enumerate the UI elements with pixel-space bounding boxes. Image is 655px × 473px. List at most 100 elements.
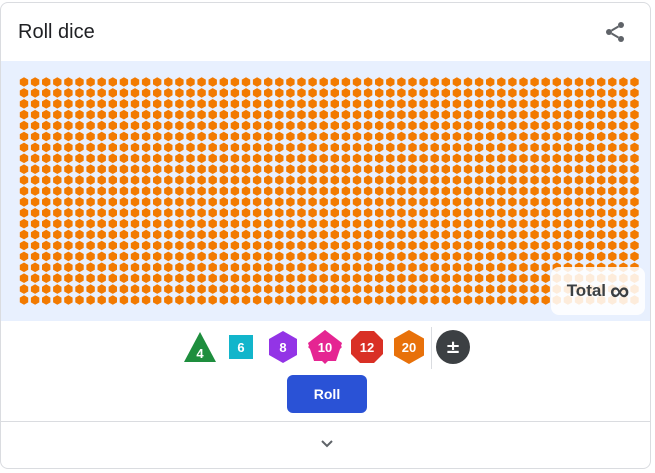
rolled-die [519,197,528,207]
rolled-die [75,273,84,283]
rolled-die [319,295,328,305]
d6-button[interactable]: 6 [223,329,259,365]
rolled-die [441,262,450,273]
rolled-die [463,273,473,283]
roll-button[interactable]: Roll [287,375,367,413]
rolled-die [108,284,117,294]
rolled-die [197,153,206,164]
rolled-die [286,295,295,305]
rolled-die [408,229,417,240]
rolled-die [585,208,595,218]
rolled-die [530,164,539,174]
rolled-die [308,251,317,262]
rolled-die [508,109,517,120]
rolled-die [508,175,517,185]
modifier-button[interactable]: ± [435,329,471,365]
d12-button[interactable]: 12 [349,329,385,365]
rolled-die [53,142,62,153]
d8-button[interactable]: 8 [265,329,301,365]
rolled-die [53,153,62,164]
rolled-die [497,284,506,294]
rolled-die [597,218,606,229]
rolled-die [574,120,584,131]
d4-button[interactable]: 4 [182,329,218,365]
rolled-die [108,77,117,87]
rolled-die [563,240,573,251]
rolled-die [430,284,439,294]
chevron-down-icon[interactable] [317,434,337,454]
rolled-die [375,164,384,174]
rolled-die [153,109,162,120]
rolled-die [363,229,373,240]
rolled-die [42,175,51,185]
rolled-die [186,186,195,196]
share-icon[interactable] [603,20,627,44]
rolled-die [541,120,550,131]
rolled-die [452,251,462,262]
rolled-die [308,295,317,305]
rolled-die [130,186,140,196]
rolled-die [230,262,240,273]
rolled-die [86,88,95,98]
rolled-die [186,208,195,218]
rolled-die [341,164,351,174]
rolled-die [252,251,262,262]
rolled-die [419,186,428,196]
rolled-die [208,131,217,142]
rolled-die [363,175,373,185]
rolled-die [375,251,384,262]
rolled-die [175,240,184,251]
rolled-die [408,284,417,294]
rolled-die [430,229,439,240]
rolled-die [219,175,228,185]
rolled-die [308,164,317,174]
rolled-die [164,186,173,196]
rolled-die [275,99,284,109]
rolled-die [86,197,95,207]
rolled-die [297,229,306,240]
rolled-die [230,164,240,174]
rolled-die [219,284,228,294]
rolled-die [30,142,40,153]
rolled-die [86,251,95,262]
d10-button[interactable]: 10 [307,329,343,365]
rolled-die [19,88,29,98]
rolled-die [486,99,495,109]
rolled-die [286,88,295,98]
rolled-die [452,88,462,98]
rolled-die [97,142,106,153]
rolled-die [352,175,362,185]
rolled-die [297,273,306,283]
rolled-die [86,218,95,229]
rolled-die [619,164,628,174]
rolled-die [286,164,295,174]
rolled-die [186,295,195,305]
rolled-die [130,77,140,87]
rolled-die [608,218,617,229]
rolled-die [30,131,40,142]
rolled-die [408,153,417,164]
rolled-die [75,240,84,251]
rolled-die [64,262,73,273]
rolled-die [408,295,417,305]
rolled-die [430,240,439,251]
rolled-die [241,175,251,185]
rolled-die [541,208,550,218]
rolled-die [208,164,217,174]
rolled-die [42,142,51,153]
rolled-die [397,186,406,196]
rolled-die [486,175,495,185]
rolled-die [75,142,84,153]
rolled-die [97,295,106,305]
rolled-die [319,273,328,283]
rolled-die [164,262,173,273]
d20-button[interactable]: 20 [391,329,427,365]
rolled-die [508,295,517,305]
rolled-die [419,109,428,120]
rolled-die [352,273,362,283]
rolled-die [97,284,106,294]
rolled-die [397,295,406,305]
rolled-die [386,197,395,207]
rolled-die [585,251,595,262]
rolled-die [286,251,295,262]
